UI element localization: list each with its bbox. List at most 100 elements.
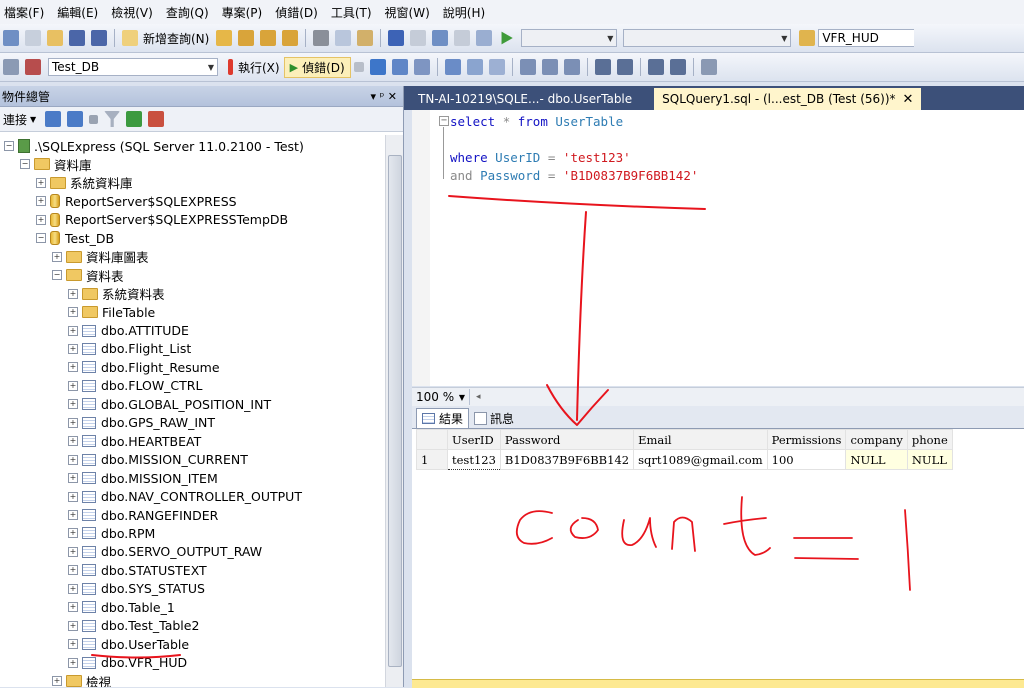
results-to-text-icon[interactable] xyxy=(519,59,536,75)
tree-item[interactable]: + dbo.RPM xyxy=(68,524,155,542)
open-file-icon[interactable] xyxy=(47,30,63,46)
expand-icon[interactable]: + xyxy=(68,491,78,502)
tree-item[interactable]: + FileTable xyxy=(68,303,155,321)
menu-view[interactable]: 檢視(V) xyxy=(107,4,162,21)
connect-dropdown-button[interactable]: 連接 xyxy=(3,111,27,128)
paste-icon[interactable] xyxy=(357,30,374,46)
expand-icon[interactable]: + xyxy=(68,380,78,391)
tree-item[interactable]: − .\SQLExpress (SQL Server 11.0.2100 - Te… xyxy=(4,137,304,155)
tree-item[interactable]: + ReportServer$SQLEXPRESSTempDB xyxy=(36,211,288,229)
scroll-left-icon[interactable]: ◂ xyxy=(476,392,481,402)
query-editor[interactable]: − select * from UserTable where UserID =… xyxy=(412,110,1024,386)
tree-item[interactable]: + dbo.NAV_CONTROLLER_OUTPUT xyxy=(68,488,302,506)
scrollbar-thumb[interactable] xyxy=(388,155,402,667)
menu-help[interactable]: 說明(H) xyxy=(439,4,494,21)
tree-item[interactable]: + 系統資料表 xyxy=(68,285,165,303)
save-icon[interactable] xyxy=(69,30,85,46)
query-designer-icon[interactable] xyxy=(413,59,430,75)
column-header-password[interactable]: Password xyxy=(499,429,635,450)
column-header-email[interactable]: Email xyxy=(633,429,768,450)
column-header-company[interactable]: company xyxy=(845,429,908,450)
intellisense-icon[interactable] xyxy=(444,59,461,75)
expand-icon[interactable]: + xyxy=(36,196,46,207)
tree-item[interactable]: + dbo.RANGEFINDER xyxy=(68,506,218,524)
display-plan-icon[interactable] xyxy=(391,59,408,75)
expand-icon[interactable]: + xyxy=(68,454,78,465)
navigate-back-icon[interactable] xyxy=(432,30,449,46)
collapse-icon[interactable]: − xyxy=(20,159,30,170)
zoom-select[interactable]: 100 % ▼ xyxy=(412,389,470,405)
uncomment-icon[interactable] xyxy=(616,59,633,75)
tree-item[interactable]: − Test_DB xyxy=(36,229,114,247)
expand-icon[interactable]: + xyxy=(68,565,78,576)
column-header-permissions[interactable]: Permissions xyxy=(766,429,847,450)
activity-monitor-icon[interactable] xyxy=(148,111,165,127)
analysis-query-icon[interactable] xyxy=(238,30,255,46)
find-input[interactable]: VFR_HUD xyxy=(818,29,915,47)
new-query-icon[interactable] xyxy=(122,30,138,46)
platform-select[interactable]: ▼ xyxy=(623,29,792,47)
collapse-icon[interactable]: − xyxy=(52,270,62,281)
cell-phone[interactable]: NULL xyxy=(906,449,953,470)
tree-item[interactable]: + dbo.Flight_Resume xyxy=(68,358,220,376)
debug-button[interactable]: ▶ 偵錯(D) xyxy=(283,56,351,78)
tree-item[interactable]: + dbo.Flight_List xyxy=(68,340,191,358)
expand-icon[interactable]: + xyxy=(36,177,46,188)
solution-config-select[interactable]: ▼ xyxy=(521,29,618,47)
tree-item[interactable]: + dbo.SERVO_OUTPUT_RAW xyxy=(68,543,262,561)
connect-object-icon[interactable] xyxy=(45,111,62,127)
expand-icon[interactable]: + xyxy=(68,510,78,520)
expand-icon[interactable]: + xyxy=(68,399,78,410)
expand-icon[interactable]: + xyxy=(68,546,78,557)
cell-permissions[interactable]: 100 xyxy=(766,449,847,470)
navigate-forward-icon[interactable] xyxy=(454,30,471,46)
menu-query[interactable]: 查詢(Q) xyxy=(162,4,218,21)
refresh-icon[interactable] xyxy=(126,111,143,127)
expand-icon[interactable]: + xyxy=(36,214,46,225)
collapse-icon[interactable]: − xyxy=(36,233,46,244)
close-icon[interactable]: ✕ xyxy=(903,92,914,107)
row-number[interactable]: 1 xyxy=(416,449,448,470)
tree-item[interactable]: + dbo.GLOBAL_POSITION_INT xyxy=(68,395,271,413)
increase-indent-icon[interactable] xyxy=(669,59,686,75)
tab-messages[interactable]: 訊息 xyxy=(469,409,519,428)
stop-icon[interactable] xyxy=(89,114,99,124)
tree-item[interactable]: + dbo.GPS_RAW_INT xyxy=(68,414,215,432)
tree-item[interactable]: + dbo.UserTable xyxy=(68,635,189,653)
tree-item[interactable]: − 資料庫 xyxy=(20,155,92,173)
tab-results[interactable]: 結果 xyxy=(416,408,470,428)
cell-password[interactable]: B1D0837B9F6BB142 xyxy=(499,449,635,470)
tree-item[interactable]: + 檢視 xyxy=(52,672,111,687)
expand-icon[interactable]: + xyxy=(68,307,78,318)
cell-userid[interactable]: test123 xyxy=(447,449,501,470)
expand-icon[interactable]: + xyxy=(68,325,78,336)
tree-item[interactable]: − 資料表 xyxy=(52,266,124,284)
expand-icon[interactable]: + xyxy=(68,620,78,631)
undo-icon[interactable] xyxy=(388,30,405,46)
new-project-icon[interactable] xyxy=(3,30,19,46)
expand-icon[interactable]: + xyxy=(68,343,78,354)
client-stats-icon[interactable] xyxy=(488,59,505,75)
start-debug-icon[interactable] xyxy=(501,31,513,45)
expand-icon[interactable]: + xyxy=(68,417,78,428)
expand-icon[interactable]: + xyxy=(52,251,62,262)
decrease-indent-icon[interactable] xyxy=(647,59,664,75)
cut-icon[interactable] xyxy=(313,30,330,46)
expand-icon[interactable]: + xyxy=(68,436,78,447)
specify-template-values-icon[interactable] xyxy=(700,59,717,75)
tree-item[interactable]: + dbo.MISSION_ITEM xyxy=(68,469,218,487)
expand-icon[interactable]: + xyxy=(68,602,78,613)
menu-edit[interactable]: 編輯(E) xyxy=(53,4,107,21)
expand-icon[interactable]: + xyxy=(68,528,78,539)
tab-usertable[interactable]: TN-AI-10219\SQLE...- dbo.UserTable xyxy=(410,88,640,110)
expand-icon[interactable]: + xyxy=(68,362,78,373)
object-explorer-scrollbar[interactable] xyxy=(385,135,403,687)
copy-icon[interactable] xyxy=(335,30,352,46)
tree-item[interactable]: + dbo.ATTITUDE xyxy=(68,322,189,340)
db-query-icon[interactable] xyxy=(216,30,233,46)
save-all-icon[interactable] xyxy=(91,30,107,46)
chevron-down-icon[interactable]: ▼ xyxy=(30,115,36,124)
xmla-query-icon[interactable] xyxy=(282,30,299,46)
tree-item[interactable]: + dbo.SYS_STATUS xyxy=(68,580,205,598)
expand-icon[interactable]: + xyxy=(68,583,78,594)
